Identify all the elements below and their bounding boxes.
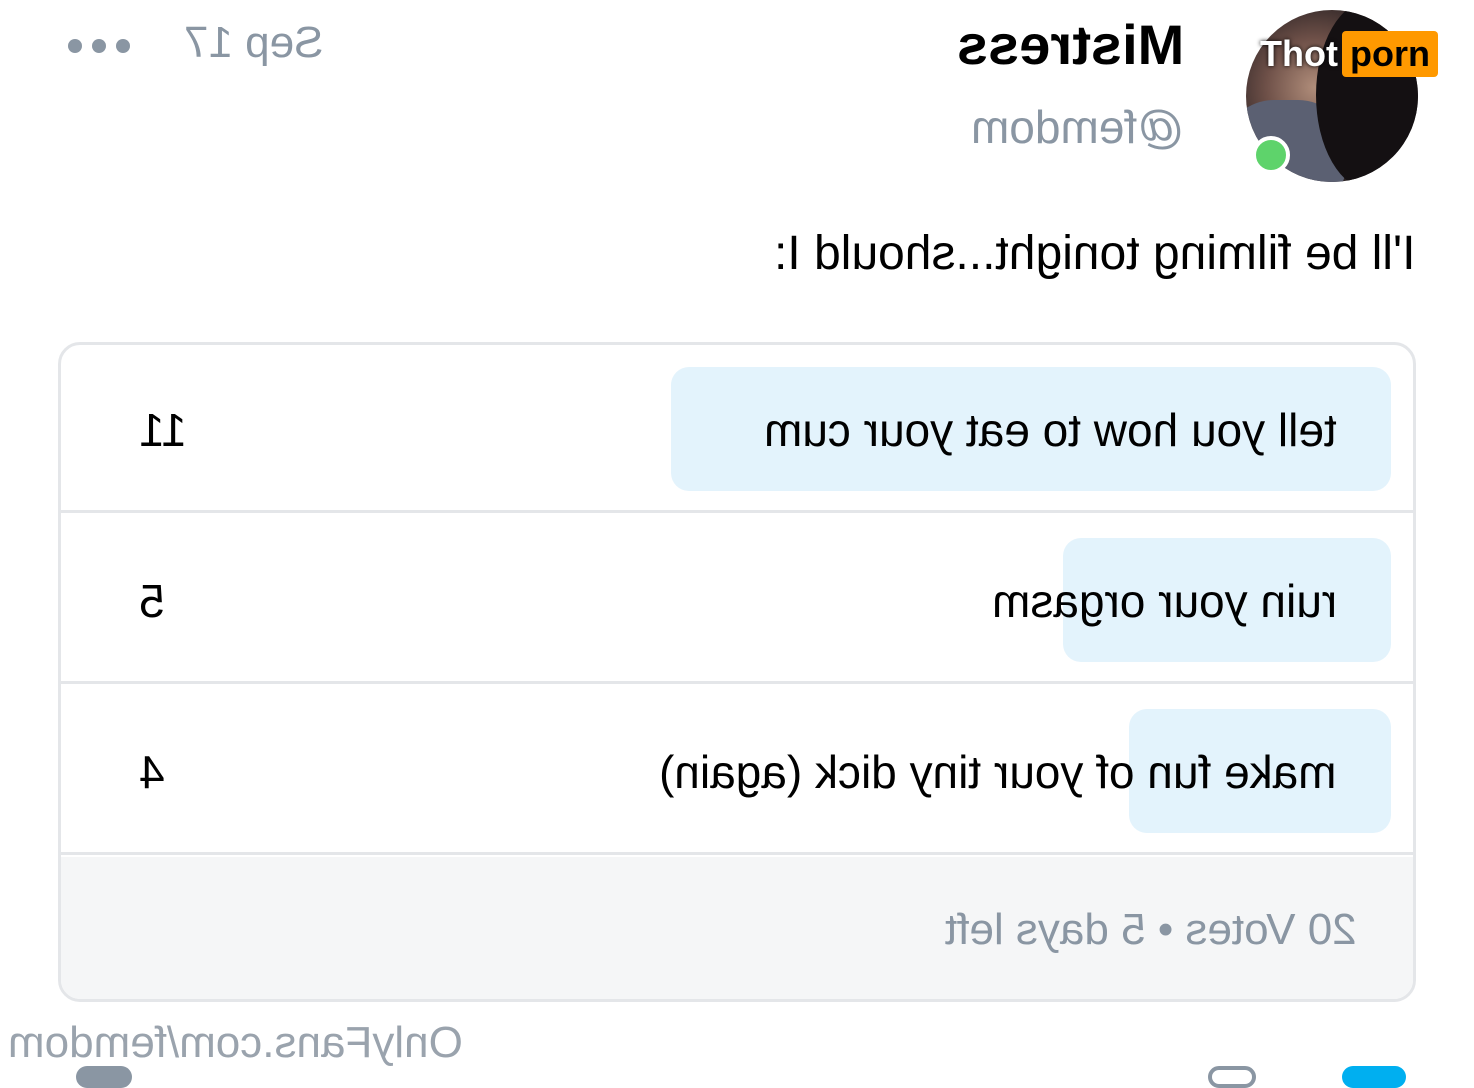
author-handle[interactable]: @femdom [971,100,1184,154]
dot [92,39,106,53]
tip-icon[interactable] [1208,1066,1256,1088]
dot [68,39,82,53]
poll-option-label: tell you how to eat your cum [764,404,1337,456]
author-name[interactable]: Mistress [957,12,1184,77]
poll-option[interactable]: make fun of your tiny dick (again) 4 [61,687,1413,855]
like-icon[interactable] [1342,1066,1406,1088]
source-watermark: OnlyFans.com/femdom [8,1018,463,1067]
poll-option-votes: 4 [139,746,165,798]
poll-meta: 20 Votes • 5 days left [945,905,1357,954]
online-status-indicator [1252,136,1290,174]
poll-option[interactable]: ruin your orgasm 5 [61,516,1413,684]
dot [116,39,130,53]
comment-icon[interactable] [76,1066,132,1088]
poll-option-votes: 5 [139,575,165,627]
poll-option-label: make fun of your tiny dick (again) [659,746,1337,798]
poll: tell you how to eat your cum 11 ruin you… [58,342,1416,1002]
post-caption: I'll be filming tonight...should I: [774,227,1416,280]
poll-option-votes: 11 [139,404,187,456]
poll-footer: 20 Votes • 5 days left [61,857,1413,999]
poll-option-label: ruin your orgasm [991,575,1337,627]
post-date: Sep 17 [184,18,324,67]
more-dots-icon[interactable] [68,36,132,56]
poll-option[interactable]: tell you how to eat your cum 11 [61,345,1413,513]
watermark-logo: Thot porn [1256,31,1438,77]
